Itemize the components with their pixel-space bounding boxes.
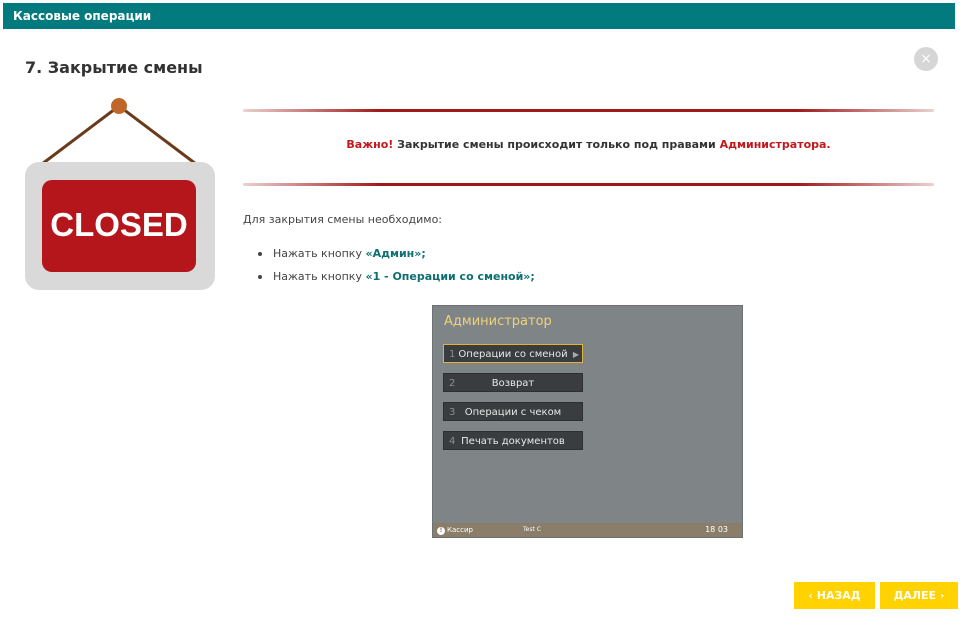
- pos-test-label: Test C: [523, 526, 541, 533]
- app-title: Кассовые операции: [13, 9, 152, 23]
- pos-cashier: ! Кассир: [437, 523, 473, 537]
- list-item: Нажать кнопку «Админ»;: [258, 247, 535, 270]
- pos-menu-item-return: 2 Возврат: [443, 373, 583, 392]
- info-icon: !: [437, 527, 445, 535]
- chevron-right-icon: ▶: [572, 350, 579, 359]
- pos-title: Администратор: [444, 314, 552, 329]
- close-button[interactable]: ×: [914, 47, 938, 71]
- close-icon: ×: [920, 51, 932, 67]
- pos-screenshot: Администратор 1 Операции со сменой ▶ 2 В…: [432, 305, 743, 538]
- pos-menu-item-receipt-operations: 3 Операции с чеком: [443, 402, 583, 421]
- pos-menu-item-shift-operations: 1 Операции со сменой ▶: [443, 344, 583, 363]
- pos-status-bar: ! Кассир Test C 18 03: [433, 523, 742, 537]
- important-notice: Важно! Закрытие смены происходит только …: [243, 138, 934, 151]
- divider-top: [243, 109, 934, 112]
- closed-sign-image: CLOSED: [25, 98, 215, 290]
- pos-menu-item-print-documents: 4 Печать документов: [443, 431, 583, 450]
- page-title: 7. Закрытие смены: [25, 58, 203, 77]
- pos-time: 18 03: [705, 525, 728, 534]
- list-item: Нажать кнопку «1 - Операции со сменой»;: [258, 270, 535, 293]
- notice-role: Администратора.: [719, 138, 831, 151]
- closed-sign-text: CLOSED: [50, 206, 188, 243]
- notice-text: Закрытие смены происходит только под пра…: [393, 138, 720, 151]
- instruction-intro: Для закрытия смены необходимо:: [243, 213, 442, 226]
- app-header: Кассовые операции: [3, 3, 955, 29]
- divider-bottom: [243, 183, 934, 186]
- back-button[interactable]: ‹ НАЗАД: [794, 582, 875, 609]
- steps-list: Нажать кнопку «Админ»; Нажать кнопку «1 …: [258, 247, 535, 293]
- notice-important-label: Важно!: [346, 138, 394, 151]
- next-button[interactable]: ДАЛЕЕ ›: [880, 582, 958, 609]
